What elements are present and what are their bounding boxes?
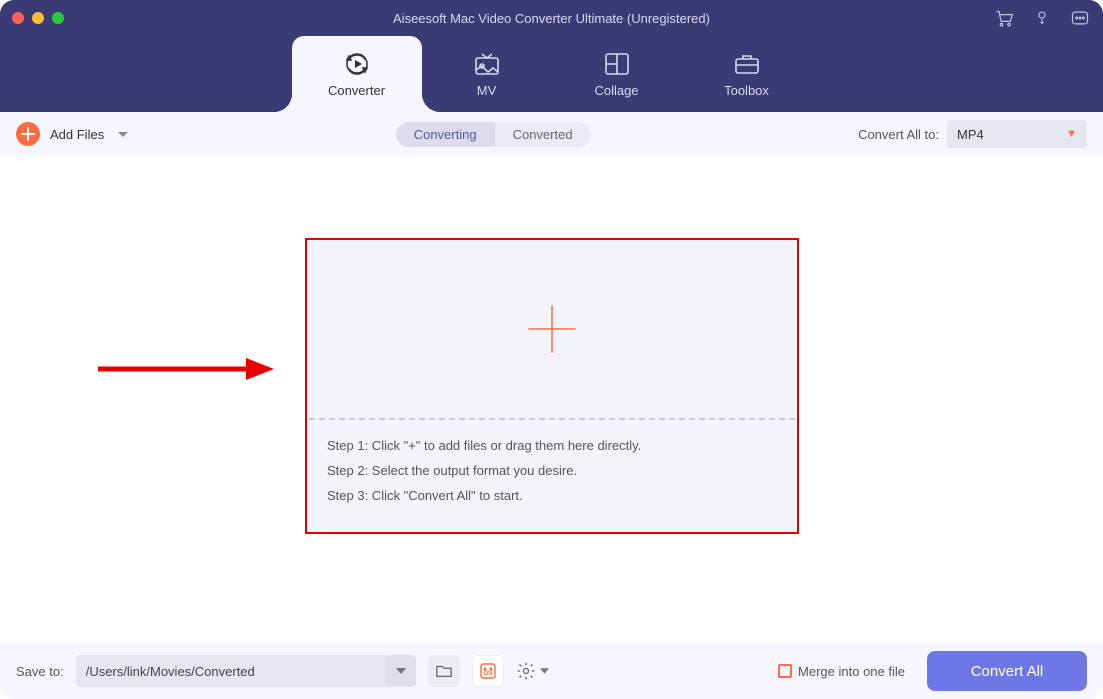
gear-icon	[516, 661, 536, 681]
window-title: Aiseesoft Mac Video Converter Ultimate (…	[0, 11, 1103, 26]
save-path-dropdown[interactable]	[386, 655, 416, 687]
main-tabs: Converter MV Collage Toolbox	[0, 36, 1103, 112]
status-segmented: Converting Converted	[396, 122, 591, 147]
plus-icon	[16, 122, 40, 146]
step-1-text: Step 1: Click "+" to add files or drag t…	[327, 438, 777, 453]
convert-all-to-label: Convert All to:	[858, 127, 939, 142]
tab-label: Collage	[594, 83, 638, 98]
step-3-text: Step 3: Click "Convert All" to start.	[327, 488, 777, 503]
segment-converted[interactable]: Converted	[495, 122, 591, 147]
output-format-select[interactable]: MP4 ▼	[947, 120, 1087, 148]
tab-mv[interactable]: MV	[422, 36, 552, 112]
checkbox-icon	[778, 664, 792, 678]
tab-collage[interactable]: Collage	[552, 36, 682, 112]
tab-label: MV	[477, 83, 497, 98]
convert-all-button[interactable]: Convert All	[927, 651, 1087, 691]
svg-text:ON: ON	[483, 671, 492, 677]
open-folder-button[interactable]	[428, 655, 460, 687]
segment-converting[interactable]: Converting	[396, 122, 495, 147]
tab-label: Toolbox	[724, 83, 769, 98]
add-files-button[interactable]: Add Files	[16, 122, 104, 146]
mv-icon	[472, 51, 502, 77]
converter-icon	[342, 51, 372, 77]
chevron-down-icon: ▼	[1066, 128, 1077, 140]
toolbar: Add Files Converting Converted Convert A…	[0, 112, 1103, 156]
merge-label: Merge into one file	[798, 664, 905, 679]
save-to-label: Save to:	[16, 664, 64, 679]
footer: Save to: /Users/link/Movies/Converted ON…	[0, 643, 1103, 699]
tab-toolbox[interactable]: Toolbox	[682, 36, 812, 112]
gpu-acceleration-button[interactable]: ON	[472, 655, 504, 687]
chevron-down-icon	[540, 668, 549, 674]
step-2-text: Step 2: Select the output format you des…	[327, 463, 777, 478]
save-path-value: /Users/link/Movies/Converted	[76, 664, 386, 679]
collage-icon	[602, 51, 632, 77]
add-files-dropdown-toggle[interactable]	[118, 132, 128, 137]
drop-zone[interactable]: Step 1: Click "+" to add files or drag t…	[305, 238, 799, 534]
save-path-field[interactable]: /Users/link/Movies/Converted	[76, 655, 416, 687]
output-format-value: MP4	[957, 127, 984, 142]
main-content: Step 1: Click "+" to add files or drag t…	[0, 156, 1103, 643]
toolbox-icon	[732, 51, 762, 77]
tab-label: Converter	[328, 83, 385, 98]
big-plus-icon	[525, 302, 579, 356]
tab-converter[interactable]: Converter	[292, 36, 422, 112]
settings-button[interactable]	[516, 661, 549, 681]
annotation-arrow	[96, 354, 276, 384]
add-files-label: Add Files	[50, 127, 104, 142]
titlebar: Aiseesoft Mac Video Converter Ultimate (…	[0, 0, 1103, 36]
merge-checkbox[interactable]: Merge into one file	[778, 664, 905, 679]
